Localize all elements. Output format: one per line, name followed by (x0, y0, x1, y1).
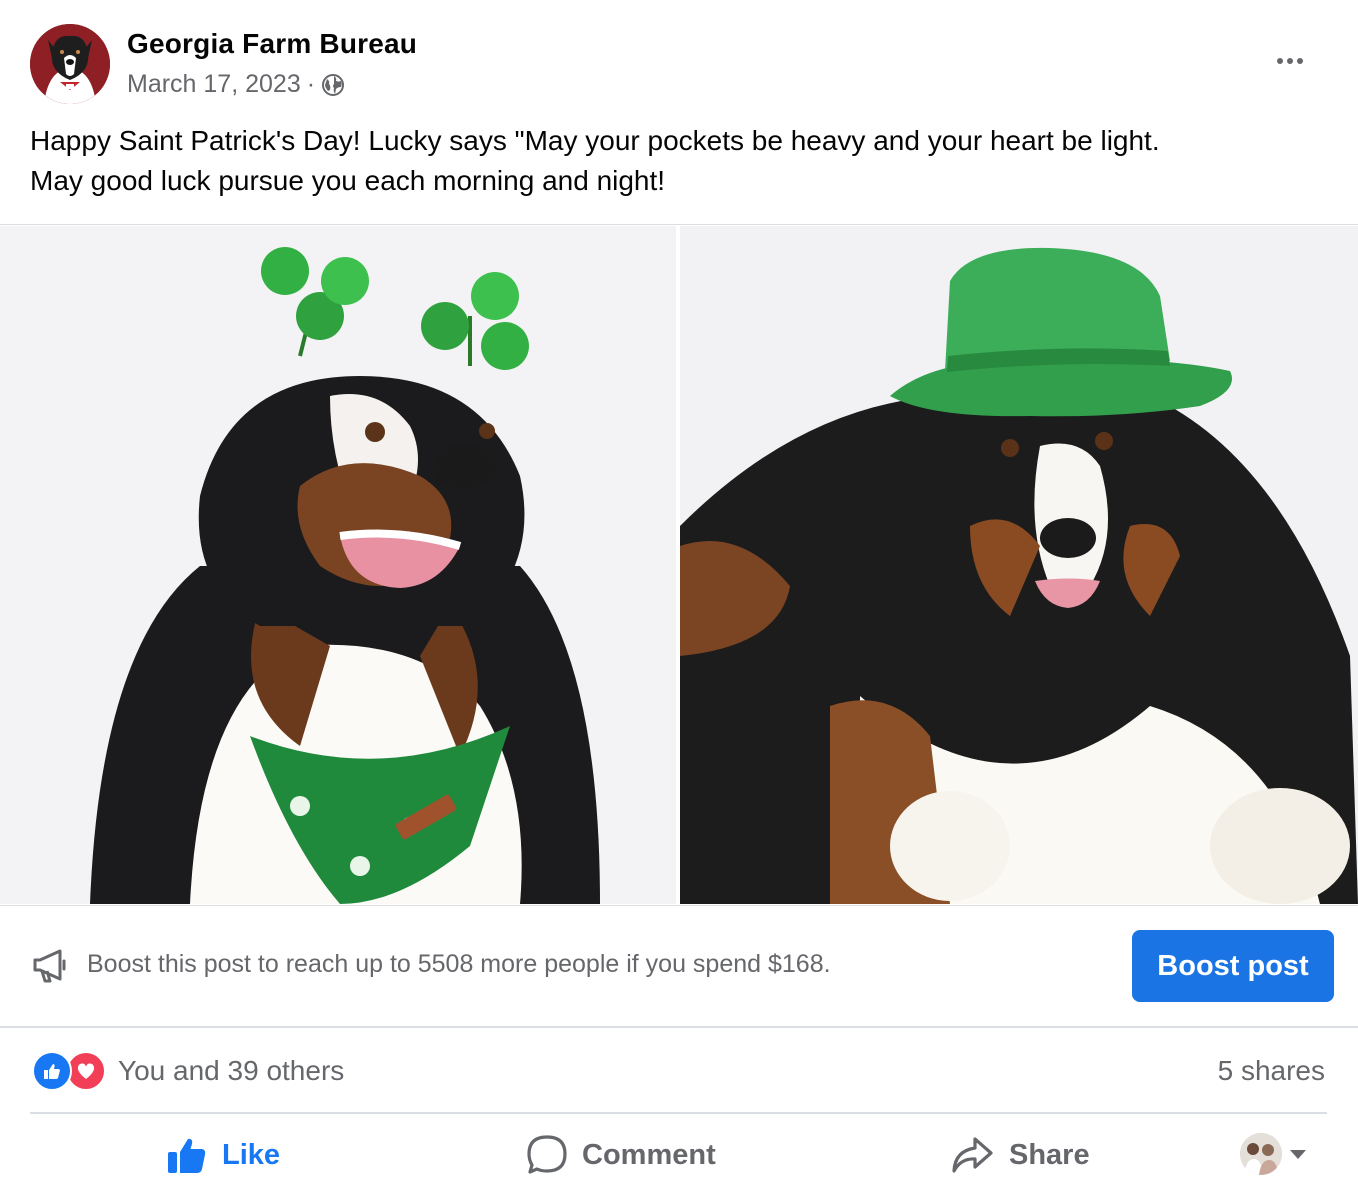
post-card: Georgia Farm Bureau March 17, 2023 · Hap… (0, 0, 1358, 1192)
post-as-selector[interactable] (1240, 1132, 1306, 1176)
boost-text: Boost this post to reach up to 5508 more… (87, 950, 831, 978)
post-date[interactable]: March 17, 2023 (127, 70, 301, 99)
page-name[interactable]: Georgia Farm Bureau (127, 28, 417, 60)
post-text-line: May good luck pursue you each morning an… (30, 165, 666, 196)
comment-icon (527, 1135, 567, 1174)
page-avatar[interactable] (30, 24, 110, 104)
chevron-down-icon (1290, 1149, 1306, 1159)
love-reaction-icon (66, 1051, 106, 1091)
share-icon (952, 1137, 993, 1173)
reactions-count: You and 39 others (118, 1055, 345, 1086)
share-button[interactable]: Share (951, 1130, 1090, 1180)
like-label: Like (222, 1138, 281, 1171)
post-meta: March 17, 2023 · (127, 70, 345, 99)
post-text-line: Happy Saint Patrick's Day! Lucky says "M… (30, 125, 1160, 156)
people-photo-icon (1240, 1133, 1282, 1175)
photo-grid (0, 224, 1358, 906)
meta-separator: · (306, 70, 316, 98)
dot-icon (1297, 58, 1303, 64)
comment-button[interactable]: Comment (526, 1130, 716, 1180)
like-reaction-icon (32, 1051, 72, 1091)
dog-hat-image (680, 226, 1358, 904)
megaphone-icon (33, 949, 66, 983)
comment-label: Comment (582, 1138, 716, 1171)
divider (30, 1112, 1327, 1114)
dot-icon (1287, 58, 1293, 64)
user-avatar (1240, 1133, 1282, 1175)
more-options-button[interactable] (1268, 46, 1312, 76)
dot-icon (1277, 58, 1283, 64)
photo-dog-shamrock-headband[interactable] (0, 226, 676, 904)
post-text: Happy Saint Patrick's Day! Lucky says "M… (30, 121, 1330, 201)
thumbs-up-icon (168, 1138, 206, 1173)
photo-dog-green-hat[interactable] (680, 226, 1358, 904)
share-label: Share (1009, 1138, 1090, 1171)
shares-count[interactable]: 5 shares (1218, 1055, 1325, 1087)
globe-icon[interactable] (321, 73, 345, 97)
boost-post-button[interactable]: Boost post (1132, 930, 1334, 1002)
dog-avatar-icon (30, 24, 110, 104)
dog-shamrock-image (0, 226, 676, 904)
like-button[interactable]: Like (166, 1130, 280, 1180)
reactions-summary[interactable]: You and 39 others (32, 1051, 345, 1091)
